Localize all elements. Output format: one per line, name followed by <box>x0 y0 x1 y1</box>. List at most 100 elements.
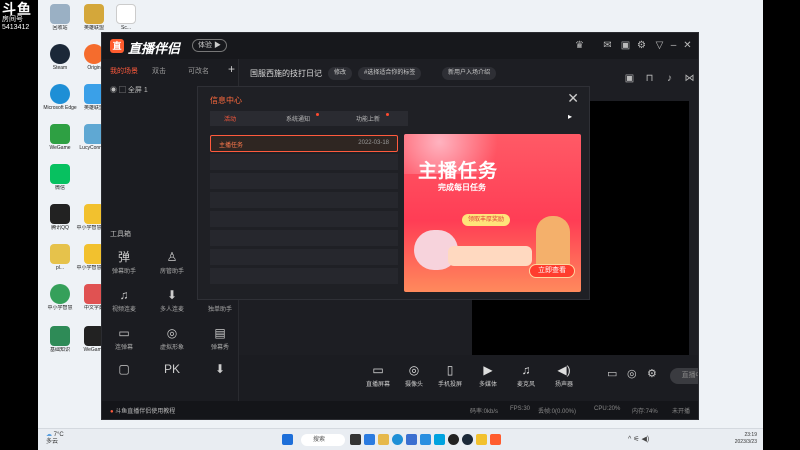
tab-activity[interactable]: 活动 <box>224 114 236 123</box>
list-item[interactable] <box>210 192 398 209</box>
tool-avatar[interactable]: ◎ 虚拟形象 <box>152 325 192 351</box>
tool-extra-2[interactable]: ⬇ <box>200 361 240 377</box>
tool-danmaku-show[interactable]: ▤ 弹幕秀 <box>200 325 240 351</box>
tool-video-link[interactable]: ♫ 视频连麦 <box>104 287 144 313</box>
source-speaker[interactable]: ◀) 扬声器 <box>549 363 579 388</box>
minimize-icon[interactable]: – <box>668 40 679 51</box>
desktop-icon-wegame[interactable]: WeGame <box>42 124 78 151</box>
version-badge[interactable]: 体验 ▶ <box>192 39 227 52</box>
widgets-icon[interactable] <box>364 434 375 445</box>
cpu: CPU:20% <box>594 406 621 412</box>
desktop-icon-basics[interactable]: 基础知识 <box>42 326 78 353</box>
tool-extra-1[interactable]: ▢ <box>104 361 144 377</box>
download-icon: ⬇ <box>214 362 226 376</box>
list-item[interactable] <box>210 173 398 190</box>
desktop-icon-wechat[interactable]: 微信 <box>42 164 78 191</box>
qq-icon[interactable] <box>434 434 445 445</box>
tab-new-features[interactable]: 功能上新 <box>356 114 380 123</box>
tool-multi-link[interactable]: ⬇ 多人连麦 <box>152 287 192 313</box>
gear-icon[interactable]: ⚙ <box>647 367 657 380</box>
app-name: 直播伴侣 <box>128 41 181 56</box>
settings-icon[interactable]: ⚙ <box>636 40 647 51</box>
windows-start-icon[interactable] <box>282 434 293 445</box>
tag-select-button[interactable]: #选择适合你的标签 <box>358 67 422 80</box>
edge-icon[interactable] <box>392 434 403 445</box>
tool-danmaku[interactable]: 弹弹幕助手 <box>104 249 144 275</box>
source-media[interactable]: ▶ 多媒体 <box>473 363 503 388</box>
share-icon[interactable]: ⋈ <box>684 73 695 84</box>
lock-icon[interactable]: ▢ <box>119 87 126 94</box>
close-icon[interactable]: ✕ <box>567 90 579 107</box>
source-label: 扬声器 <box>554 382 573 388</box>
filter-icon[interactable]: ▽ <box>654 40 665 51</box>
streamer-task-banner[interactable]: 主播任务 完成每日任务 领取丰厚奖励 立即查看 <box>404 134 581 292</box>
wegame-icon <box>50 124 70 144</box>
bell-icon[interactable]: ♪ <box>664 73 675 84</box>
list-item[interactable] <box>210 230 398 247</box>
tool-label: 独单助手 <box>207 307 232 313</box>
list-item[interactable] <box>210 211 398 228</box>
go-live-button[interactable]: 直播中... <box>670 368 698 384</box>
task-view-icon[interactable] <box>350 434 361 445</box>
source-camera[interactable]: ◎ 摄像头 <box>399 363 429 388</box>
tab-my-scenes[interactable]: 我的场景 <box>110 66 138 76</box>
tray-icons[interactable]: ^ ⚟ ◀) <box>628 435 649 443</box>
clock[interactable]: 23:19 2023/3/23 <box>735 432 757 446</box>
eye-icon[interactable]: ◉ <box>110 87 117 94</box>
steam-icon[interactable] <box>462 434 473 445</box>
desktop-icon-qq[interactable]: 腾讯QQ <box>42 204 78 231</box>
desktop-icon-folder[interactable]: pl... <box>42 244 78 271</box>
new-user-intro-button[interactable]: 新用户入场介绍 <box>442 67 497 80</box>
list-item[interactable]: 主播任务 2022-03-18 <box>210 135 398 152</box>
live-companion-icon[interactable] <box>490 434 501 445</box>
desktop-icon-steam[interactable]: Steam <box>42 44 78 71</box>
tab-system-notice[interactable]: 系统通知 <box>286 114 310 123</box>
file-explorer-icon[interactable] <box>378 434 389 445</box>
obs-icon[interactable] <box>448 434 459 445</box>
crown-icon[interactable]: ♛ <box>574 40 585 51</box>
scene-item[interactable]: ◉ ▢ 全屏 1 <box>110 85 148 95</box>
desktop-icon-label: 回收站 <box>52 25 68 31</box>
list-item[interactable] <box>210 154 398 171</box>
desktop-icon-file[interactable]: Sc... <box>108 4 144 31</box>
source-screen[interactable]: ▭ 直播屏幕 <box>363 363 393 388</box>
tab-double-click[interactable]: 双击 <box>152 66 166 76</box>
mic-icon: ♫ <box>521 363 531 377</box>
source-mic[interactable]: ♫ 麦克风 <box>511 363 541 388</box>
screen: 斗鱼 房间号 5413412 回收站 英雄联盟 Sc... Steam Orig… <box>0 0 800 450</box>
list-item[interactable] <box>210 249 398 266</box>
watermark-logo: 斗鱼 <box>2 1 32 17</box>
source-phone[interactable]: ▯ 手机投屏 <box>435 363 465 388</box>
gift-icon[interactable]: ▣ <box>620 40 631 51</box>
source-label: 直播屏幕 <box>365 382 390 388</box>
desktop-icon-edge[interactable]: Microsoft Edge <box>42 84 78 111</box>
tool-link-danmaku[interactable]: ▭ 连弹幕 <box>104 325 144 351</box>
weather-widget[interactable]: ☁ 7°C 多云 <box>46 432 64 446</box>
view-now-button[interactable]: 立即查看 <box>529 264 575 278</box>
desktop-icon-lol[interactable]: 英雄联盟 <box>76 4 112 31</box>
desktop-icon-edu3[interactable]: 中小学智慧 <box>42 284 78 311</box>
store-icon[interactable] <box>406 434 417 445</box>
mail-icon[interactable]: ✉ <box>602 40 613 51</box>
taskbar-search[interactable]: 搜索 <box>301 434 345 446</box>
add-scene-icon[interactable]: + <box>228 62 235 76</box>
record-icon[interactable]: ▭ <box>607 367 617 380</box>
bitrate: 码率:0kb/s <box>470 409 499 415</box>
close-icon[interactable]: ✕ <box>682 40 693 51</box>
tool-room-admin[interactable]: ♙ 房管助手 <box>152 249 192 275</box>
app-icon[interactable] <box>420 434 431 445</box>
modify-title-button[interactable]: 修改 <box>328 67 353 80</box>
tutorial-link[interactable]: ● 斗鱼直播伴侣使用教程 <box>110 406 175 415</box>
steam-icon <box>50 44 70 64</box>
view-icon[interactable]: ◎ <box>627 367 637 380</box>
unlock-icon[interactable]: ⊓ <box>644 73 655 84</box>
tab-rename[interactable]: 可改名 <box>188 66 209 76</box>
desktop-icon-recycle-bin[interactable]: 回收站 <box>42 4 78 31</box>
tool-pk[interactable]: PK <box>152 361 192 377</box>
tool-label: 连弹幕 <box>114 345 133 351</box>
gift-box-icon[interactable]: ▣ <box>624 73 635 84</box>
app-icon[interactable] <box>476 434 487 445</box>
list-item[interactable] <box>210 268 398 285</box>
source-bar: ▭ 直播屏幕 ◎ 摄像头 ▯ 手机投屏 ▶ 多媒体 ♫ 麦克风 ◀) 扬声器 ▭ ◎ ⚙ <box>239 355 698 401</box>
gift-box-icon <box>448 246 532 266</box>
